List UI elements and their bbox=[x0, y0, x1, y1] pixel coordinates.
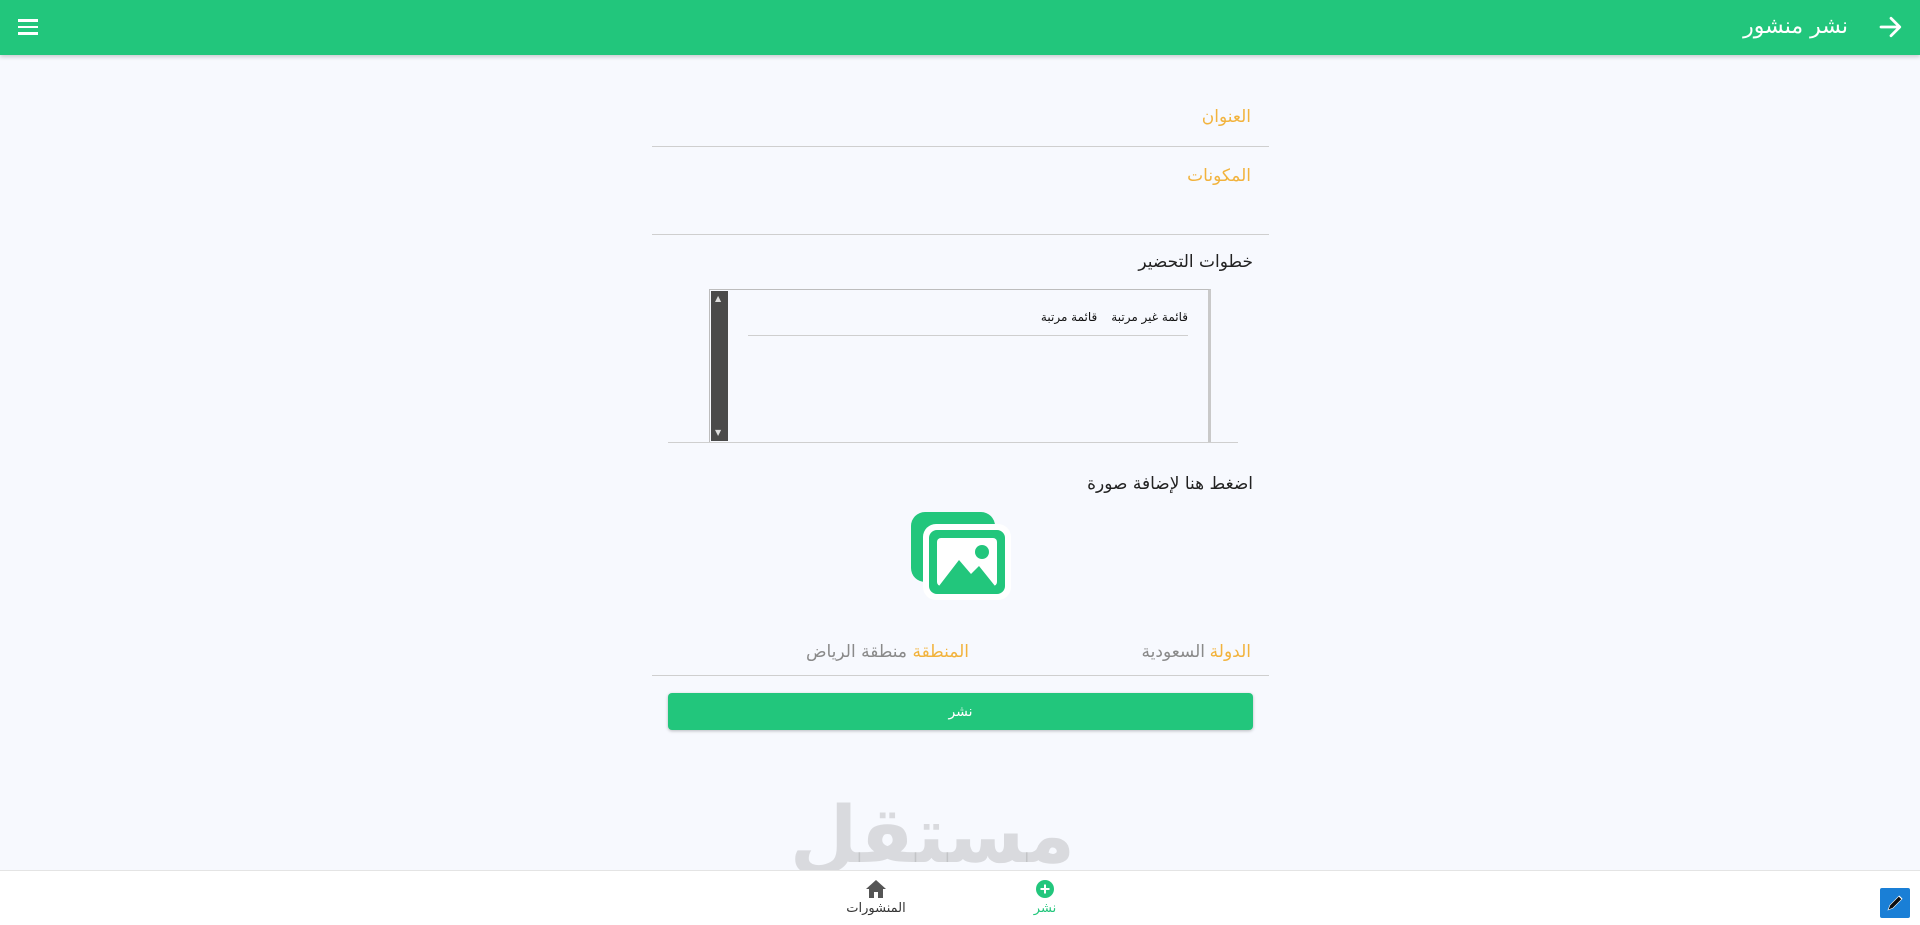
editor-toolbar: قائمة غير مرتبة قائمة مرتبة bbox=[1041, 310, 1188, 324]
back-arrow-icon[interactable] bbox=[1876, 12, 1906, 42]
title-field[interactable]: العنوان bbox=[1202, 107, 1251, 127]
unordered-list-button[interactable]: قائمة غير مرتبة bbox=[1111, 310, 1188, 324]
nav-posts-label: المنشورات bbox=[846, 901, 906, 916]
country-select[interactable]: السعودية bbox=[1142, 642, 1205, 662]
steps-rich-text-editor[interactable]: ▲ ▼ قائمة غير مرتبة قائمة مرتبة bbox=[709, 289, 1211, 443]
bottom-navigation: المنشورات نشر bbox=[0, 870, 1920, 925]
editor-scrollbar[interactable]: ▲ ▼ bbox=[711, 291, 728, 441]
nav-item-publish[interactable]: نشر bbox=[1000, 879, 1090, 916]
country-label: الدولة bbox=[1209, 642, 1251, 662]
page-title: نشر منشور bbox=[1743, 14, 1848, 39]
region-label: المنطقة bbox=[912, 642, 969, 662]
editor-underline bbox=[668, 442, 1238, 443]
editor-toolbar-divider bbox=[748, 335, 1188, 336]
image-gallery-icon[interactable] bbox=[909, 510, 1013, 602]
add-image-label[interactable]: اضغط هنا لإضافة صورة bbox=[1087, 474, 1253, 494]
ingredients-field-underline bbox=[652, 234, 1269, 235]
scroll-down-icon[interactable]: ▼ bbox=[715, 429, 721, 437]
nav-publish-label: نشر bbox=[1033, 901, 1057, 916]
add-circle-icon bbox=[1034, 879, 1056, 899]
home-icon bbox=[865, 879, 887, 899]
ordered-list-button[interactable]: قائمة مرتبة bbox=[1041, 310, 1097, 324]
location-row: الدولة السعودية المنطقة منطقة الرياض bbox=[652, 642, 1269, 672]
pen-icon[interactable] bbox=[1880, 888, 1910, 918]
hamburger-menu-icon[interactable] bbox=[14, 14, 42, 40]
title-field-underline bbox=[652, 146, 1269, 147]
nav-item-posts[interactable]: المنشورات bbox=[831, 879, 921, 916]
steps-label: خطوات التحضير bbox=[1138, 252, 1253, 272]
watermark-arabic: مستقل bbox=[789, 791, 1075, 881]
app-bar: نشر منشور bbox=[0, 0, 1920, 55]
location-underline bbox=[652, 675, 1269, 676]
publish-button[interactable]: نشر bbox=[668, 693, 1253, 730]
ingredients-field[interactable]: المكونات bbox=[1187, 166, 1251, 186]
region-select[interactable]: منطقة الرياض bbox=[806, 642, 907, 662]
scroll-up-icon[interactable]: ▲ bbox=[715, 295, 721, 303]
